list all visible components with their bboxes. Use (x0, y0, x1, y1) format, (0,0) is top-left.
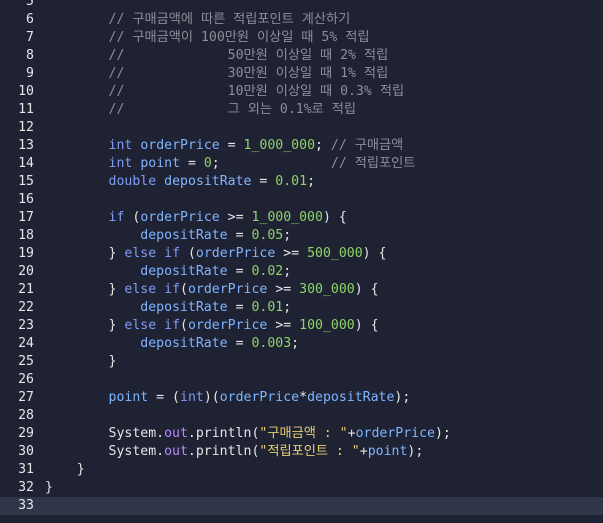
line-number: 30 (18, 444, 34, 459)
code-line[interactable]: 19 } else if (orderPrice >= 500_000) { (0, 245, 603, 263)
code-line[interactable]: 16 (0, 191, 603, 209)
code-line[interactable]: 24 depositRate = 0.003; (0, 335, 603, 353)
code-line[interactable]: 21 } else if(orderPrice >= 300_000) { (0, 281, 603, 299)
line-number: 29 (18, 426, 34, 441)
line-number: 9 (26, 66, 34, 81)
code-text[interactable]: } (45, 353, 117, 371)
code-line[interactable]: 32} (0, 479, 603, 497)
code-text[interactable]: double depositRate = 0.01; (45, 173, 315, 191)
code-text[interactable]: int point = 0; // 적립포인트 (45, 155, 416, 173)
code-line[interactable]: 26 (0, 371, 603, 389)
code-line[interactable]: 30 System.out.println("적립포인트 : "+point); (0, 443, 603, 461)
line-number: 17 (18, 210, 34, 225)
code-line[interactable]: 14 int point = 0; // 적립포인트 (0, 155, 603, 173)
code-text[interactable]: depositRate = 0.02; (45, 263, 291, 281)
line-number: 23 (18, 318, 34, 333)
code-text[interactable]: depositRate = 0.05; (45, 227, 291, 245)
line-number: 25 (18, 354, 34, 369)
line-number: 14 (18, 156, 34, 171)
code-text[interactable]: // 50만원 이상일 때 2% 적립 (45, 47, 389, 65)
code-line[interactable]: 23 } else if(orderPrice >= 100_000) { (0, 317, 603, 335)
line-number: 16 (18, 192, 34, 207)
line-number: 11 (18, 102, 34, 117)
code-text[interactable]: point = (int)(orderPrice*depositRate); (45, 389, 411, 407)
line-number: 10 (18, 84, 34, 99)
code-line[interactable]: 20 depositRate = 0.02; (0, 263, 603, 281)
line-number: 24 (18, 336, 34, 351)
code-line[interactable]: 7 // 구매금액이 100만원 이상일 때 5% 적립 (0, 29, 603, 47)
code-line[interactable]: 9 // 30만원 이상일 때 1% 적립 (0, 65, 603, 83)
code-line[interactable]: 33 (0, 497, 603, 515)
line-number: 12 (18, 120, 34, 135)
code-text[interactable]: } (45, 461, 85, 479)
code-line[interactable]: 10 // 10만원 이상일 때 0.3% 적립 (0, 83, 603, 101)
code-line[interactable]: 12 (0, 119, 603, 137)
code-editor[interactable]: 56 // 구매금액에 따른 적립포인트 계산하기 7 // 구매금액이 100만… (0, 0, 603, 523)
line-number: 33 (18, 498, 34, 513)
code-text[interactable]: if (orderPrice >= 1_000_000) { (45, 209, 347, 227)
code-line[interactable]: 22 depositRate = 0.01; (0, 299, 603, 317)
code-line[interactable]: 11 // 그 외는 0.1%로 적립 (0, 101, 603, 119)
code-text[interactable]: // 10만원 이상일 때 0.3% 적립 (45, 83, 405, 101)
code-text[interactable]: } else if (orderPrice >= 500_000) { (45, 245, 387, 263)
code-line[interactable]: 13 int orderPrice = 1_000_000; // 구매금액 (0, 137, 603, 155)
code-text[interactable]: // 구매금액에 따른 적립포인트 계산하기 (45, 11, 351, 29)
code-text[interactable]: int orderPrice = 1_000_000; // 구매금액 (45, 137, 404, 155)
line-number: 22 (18, 300, 34, 315)
line-number: 31 (18, 462, 34, 477)
code-line[interactable]: 18 depositRate = 0.05; (0, 227, 603, 245)
line-number: 20 (18, 264, 34, 279)
line-number: 27 (18, 390, 34, 405)
code-line[interactable]: 29 System.out.println("구매금액 : "+orderPri… (0, 425, 603, 443)
line-number: 13 (18, 138, 34, 153)
code-line[interactable]: 31 } (0, 461, 603, 479)
code-line[interactable]: 25 } (0, 353, 603, 371)
code-text[interactable]: System.out.println("구매금액 : "+orderPrice)… (45, 425, 451, 443)
code-text[interactable]: System.out.println("적립포인트 : "+point); (45, 443, 424, 461)
line-number: 26 (18, 372, 34, 387)
code-line[interactable]: 27 point = (int)(orderPrice*depositRate)… (0, 389, 603, 407)
code-line[interactable]: 8 // 50만원 이상일 때 2% 적립 (0, 47, 603, 65)
line-number: 8 (26, 48, 34, 63)
code-text[interactable]: } (45, 479, 53, 497)
line-number: 5 (26, 0, 34, 9)
line-number: 19 (18, 246, 34, 261)
line-number: 15 (18, 174, 34, 189)
line-number: 21 (18, 282, 34, 297)
line-number: 18 (18, 228, 34, 243)
code-line[interactable]: 6 // 구매금액에 따른 적립포인트 계산하기 (0, 11, 603, 29)
code-line[interactable]: 5 (0, 0, 603, 11)
line-number: 28 (18, 408, 34, 423)
line-number: 7 (26, 30, 34, 45)
code-text[interactable]: } else if(orderPrice >= 100_000) { (45, 317, 379, 335)
line-number: 6 (26, 12, 34, 27)
code-text[interactable]: // 30만원 이상일 때 1% 적립 (45, 65, 389, 83)
code-text[interactable]: depositRate = 0.01; (45, 299, 291, 317)
code-line[interactable]: 28 (0, 407, 603, 425)
code-line[interactable]: 15 double depositRate = 0.01; (0, 173, 603, 191)
line-number: 32 (18, 480, 34, 495)
code-text[interactable]: // 그 외는 0.1%로 적립 (45, 101, 356, 119)
code-line[interactable]: 17 if (orderPrice >= 1_000_000) { (0, 209, 603, 227)
code-text[interactable]: // 구매금액이 100만원 이상일 때 5% 적립 (45, 29, 370, 47)
code-text[interactable]: depositRate = 0.003; (45, 335, 299, 353)
code-text[interactable]: } else if(orderPrice >= 300_000) { (45, 281, 379, 299)
